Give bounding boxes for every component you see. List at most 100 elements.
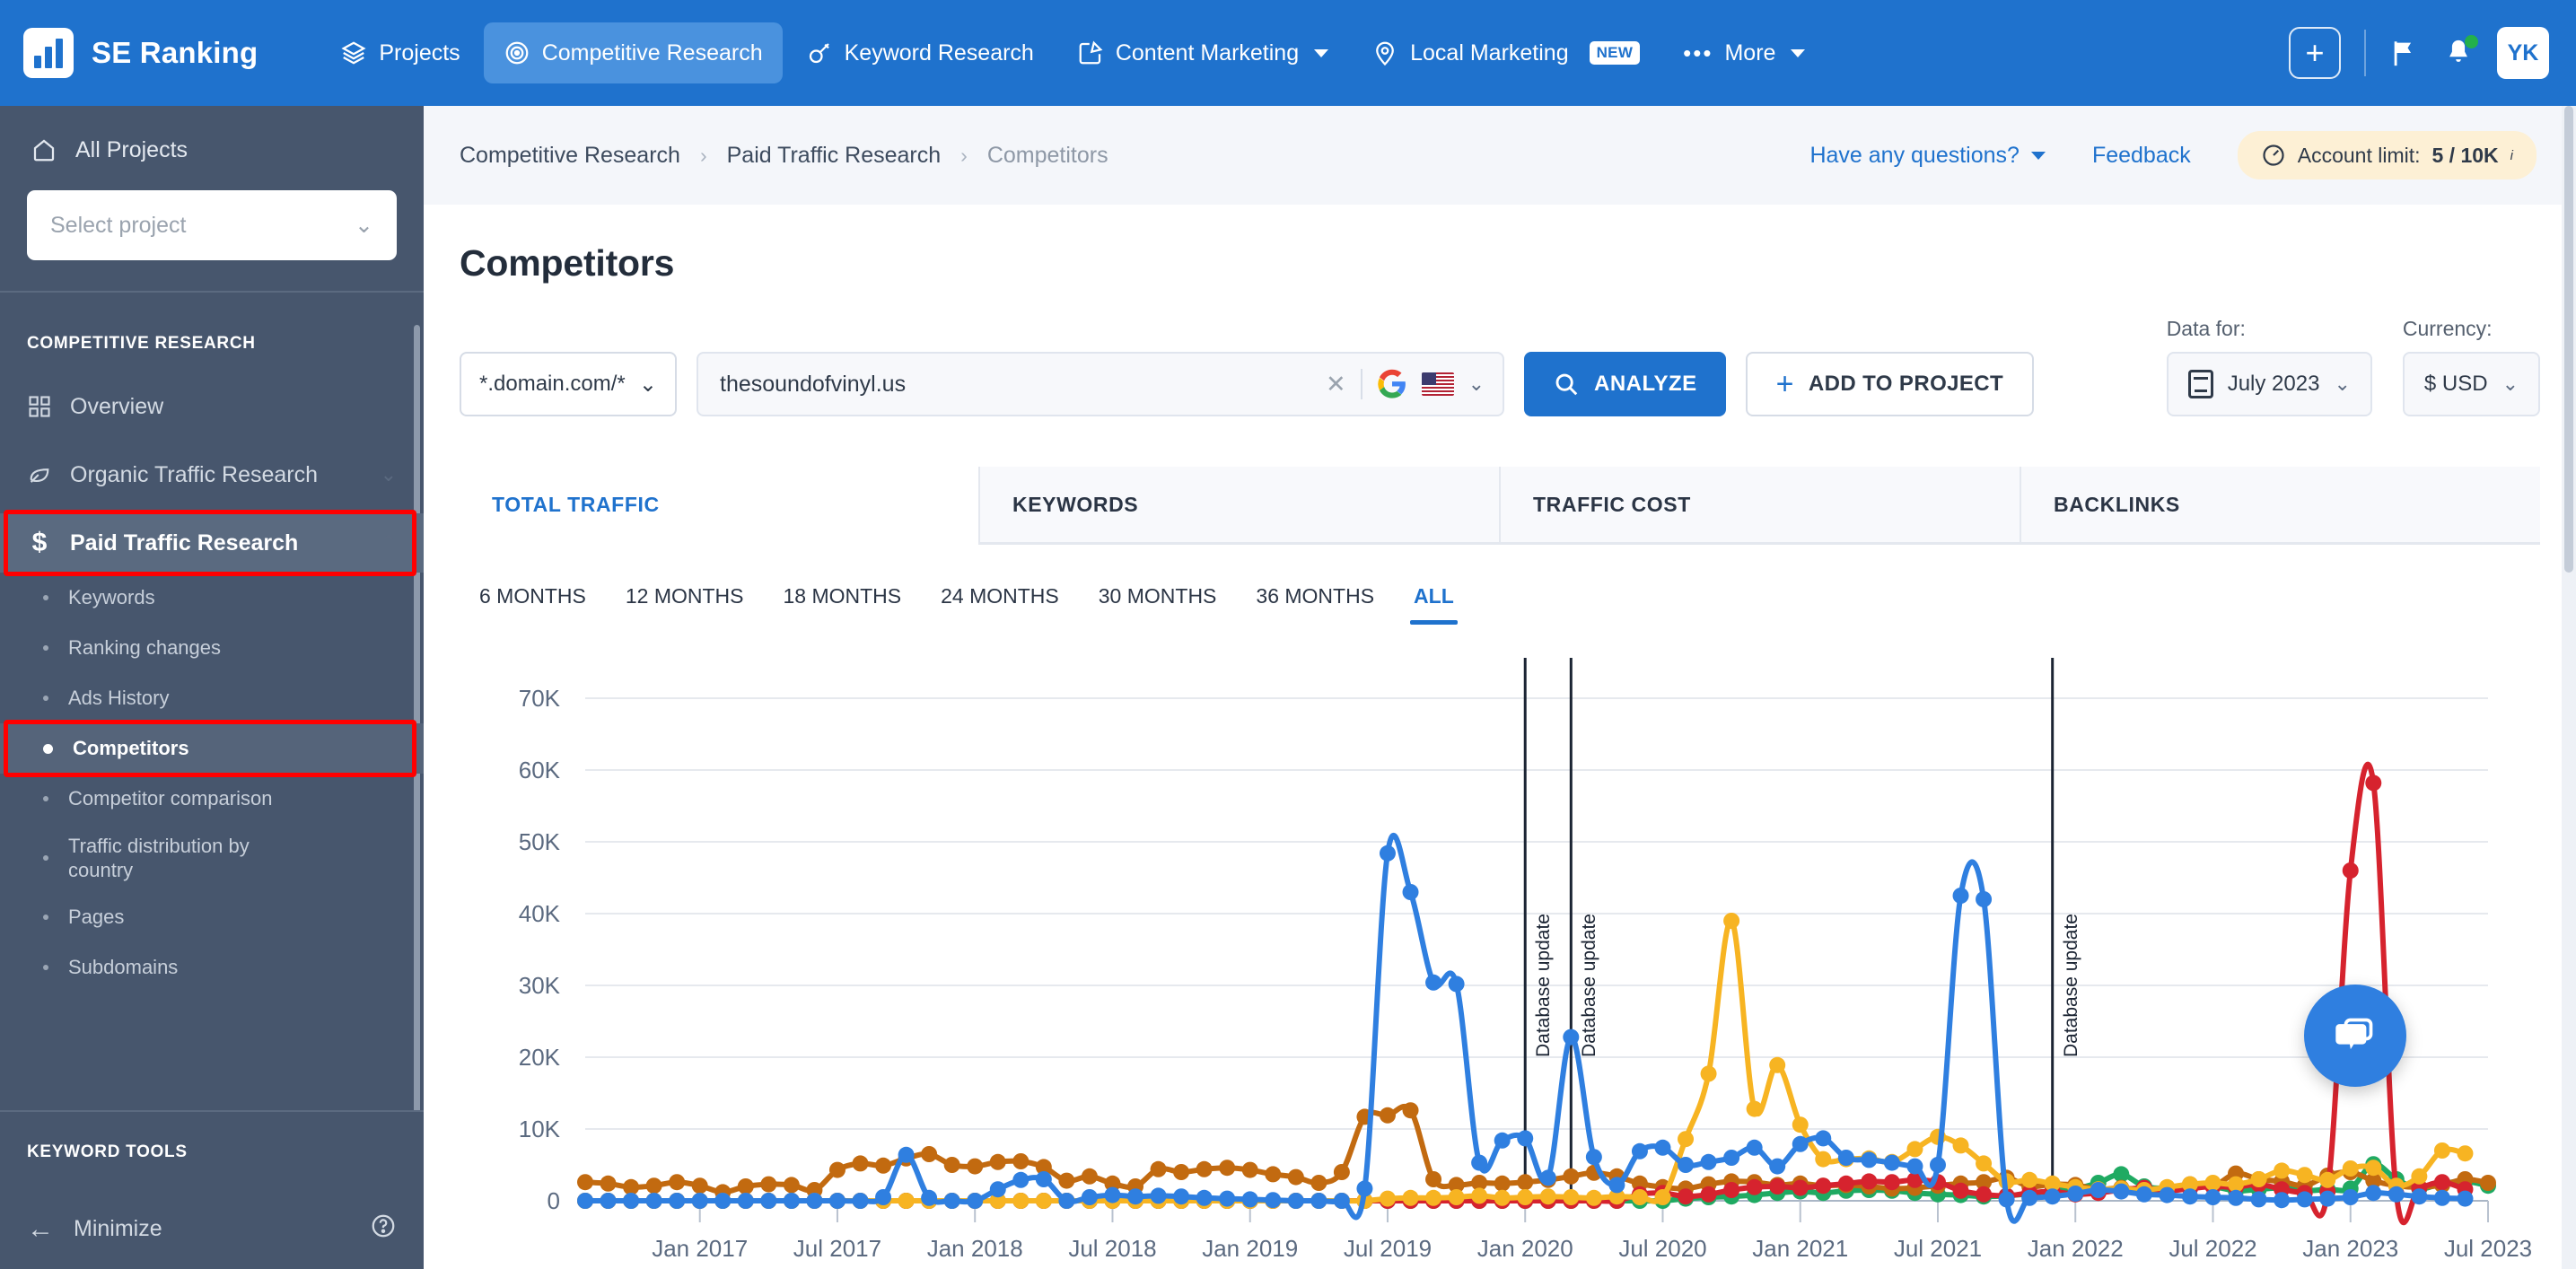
chevron-down-icon[interactable]: ⌄ (1468, 372, 1485, 396)
sidebar-subitem-subdomains[interactable]: Subdomains (0, 942, 424, 993)
search-icon (1555, 373, 1578, 396)
page-title: Competitors (460, 242, 675, 284)
account-limit-badge[interactable]: Account limit: 5 / 10K i (2237, 131, 2537, 179)
plus-icon: + (1775, 367, 1794, 401)
chevron-down-icon (2030, 151, 2046, 160)
sidebar-subitem-ranking-changes[interactable]: Ranking changes (0, 623, 424, 673)
tab-traffic-cost[interactable]: TRAFFIC COST (1499, 467, 2020, 542)
sidebar-top: All Projects Select project ⌄ (0, 106, 424, 291)
add-to-project-button[interactable]: + ADD TO PROJECT (1745, 352, 2035, 416)
all-projects-label: All Projects (75, 136, 188, 162)
top-navigation-bar: SE Ranking Projects Competitive Research (0, 0, 2576, 106)
feedback-link[interactable]: Feedback (2092, 143, 2191, 169)
period-30-months[interactable]: 30 MONTHS (1079, 572, 1237, 625)
minimize-label: Minimize (74, 1216, 162, 1241)
tab-total-traffic[interactable]: TOTAL TRAFFIC (460, 467, 978, 545)
search-box: ✕ ⌄ (697, 352, 1504, 416)
content-panel: Competitors *.domain.com/* ⌄ ✕ (424, 205, 2576, 1269)
nav-item-projects[interactable]: Projects (320, 22, 479, 83)
us-flag-icon[interactable] (1421, 372, 1454, 396)
data-for-select[interactable]: July 2023 ⌄ (2166, 352, 2372, 416)
period-24-months[interactable]: 24 MONTHS (921, 572, 1079, 625)
google-icon[interactable] (1377, 369, 1407, 399)
currency-select[interactable]: $ USD ⌄ (2402, 352, 2540, 416)
search-input[interactable] (720, 371, 1311, 398)
key-icon (809, 43, 829, 64)
top-nav-items: Projects Competitive Research Keyword Re… (320, 22, 2289, 83)
bullet-icon (43, 645, 48, 651)
sidebar-subitem-traffic-distribution[interactable]: Traffic distribution by country (0, 824, 424, 892)
breadcrumb-item-competitive-research[interactable]: Competitive Research (460, 143, 680, 169)
sidebar-subitem-ads-history[interactable]: Ads History (0, 673, 424, 723)
bullet-icon (43, 595, 48, 600)
nav-label-projects: Projects (379, 39, 460, 66)
sidebar-label-overview: Overview (70, 393, 164, 419)
period-12-months[interactable]: 12 MONTHS (606, 572, 764, 625)
data-for-group: Data for: July 2023 ⌄ (2166, 317, 2372, 416)
nav-item-competitive-research[interactable]: Competitive Research (483, 22, 783, 83)
breadcrumb-separator: › (960, 143, 968, 167)
breadcrumb-item-paid-traffic-research[interactable]: Paid Traffic Research (727, 143, 942, 169)
ellipsis-icon: ••• (1683, 39, 1713, 66)
sidebar-item-all-projects[interactable]: All Projects (27, 127, 397, 163)
sidebar-subitem-competitors[interactable]: Competitors (0, 723, 424, 774)
brand[interactable]: SE Ranking (23, 28, 258, 78)
avatar[interactable]: YK (2497, 27, 2549, 79)
svg-text:Jan 2023: Jan 2023 (2302, 1235, 2398, 1262)
sidebar-label-ads-history: Ads History (68, 687, 170, 709)
question-circle-icon[interactable] (370, 1212, 397, 1246)
period-all[interactable]: ALL (1394, 572, 1474, 625)
close-icon[interactable]: ✕ (1326, 371, 1346, 398)
svg-text:50K: 50K (519, 828, 561, 855)
project-select[interactable]: Select project ⌄ (27, 190, 397, 260)
period-36-months[interactable]: 36 MONTHS (1236, 572, 1394, 625)
chat-widget-button[interactable] (2304, 985, 2406, 1087)
sidebar-item-organic-traffic-research[interactable]: Organic Traffic Research ⌄ (0, 436, 424, 513)
chevron-down-icon: ⌄ (355, 213, 373, 238)
sidebar-label-organic-traffic-research: Organic Traffic Research (70, 462, 319, 487)
calendar-icon (2187, 370, 2213, 398)
sidebar-label-competitor-comparison: Competitor comparison (68, 787, 273, 810)
nav-item-local-marketing[interactable]: Local Marketing NEW (1352, 22, 1660, 83)
nav-item-more[interactable]: ••• More (1663, 22, 1825, 83)
period-6-months[interactable]: 6 MONTHS (460, 572, 606, 625)
traffic-chart[interactable]: 0 10K 20K 30K 40K 50K 60K 70K Jan 2017 Jul 2017 Ja… (424, 644, 2576, 1269)
nav-item-content-marketing[interactable]: Content Marketing (1057, 22, 1348, 83)
sidebar-label-traffic-distribution: Traffic distribution by country (68, 834, 250, 882)
bell-icon[interactable] (2443, 35, 2478, 68)
currency-label: Currency: (2402, 317, 2493, 340)
flag-icon[interactable] (2389, 38, 2420, 68)
svg-text:30K: 30K (519, 972, 561, 999)
sidebar-item-paid-traffic-research[interactable]: $ Paid Traffic Research ⌃ (0, 513, 424, 573)
right-controls: Data for: July 2023 ⌄ Currency: $ USD ⌄ (2166, 317, 2540, 416)
domain-mode-select[interactable]: *.domain.com/* ⌄ (460, 352, 677, 416)
tab-backlinks[interactable]: BACKLINKS (2020, 467, 2540, 542)
svg-text:70K: 70K (519, 685, 561, 712)
nav-label-keyword-research: Keyword Research (844, 39, 1034, 66)
nav-item-keyword-research[interactable]: Keyword Research (786, 22, 1054, 83)
period-18-months[interactable]: 18 MONTHS (763, 572, 921, 625)
sidebar-subitem-keywords[interactable]: Keywords (0, 573, 424, 623)
chevron-down-icon: ⌄ (380, 463, 397, 486)
sidebar-minimize-button[interactable]: ← Minimize (27, 1212, 397, 1246)
page-scrollbar[interactable] (2562, 106, 2576, 1269)
brand-name: SE Ranking (92, 36, 258, 69)
sidebar-subitem-pages[interactable]: Pages (0, 892, 424, 942)
sidebar-item-overview[interactable]: Overview (0, 377, 424, 436)
breadcrumb-separator: › (699, 143, 707, 167)
have-any-questions-button[interactable]: Have any questions? (1809, 143, 2046, 169)
tab-keywords[interactable]: KEYWORDS (978, 467, 1499, 542)
sidebar-subitem-competitor-comparison[interactable]: Competitor comparison (0, 774, 424, 824)
map-pin-icon (1376, 41, 1395, 66)
breadcrumb-item-competitors: Competitors (986, 142, 1108, 168)
add-button[interactable]: + (2289, 27, 2341, 79)
account-limit-value: 5 / 10K (2431, 143, 2499, 167)
sidebar-label-competitors: Competitors (73, 737, 189, 759)
chevron-down-icon: ⌄ (2334, 372, 2351, 395)
grid-icon (29, 396, 50, 417)
bullet-icon (43, 743, 53, 754)
analyze-button[interactable]: ANALYZE (1524, 352, 1726, 416)
svg-text:20K: 20K (519, 1044, 561, 1071)
chevron-down-icon: ⌄ (2502, 372, 2519, 395)
chevron-down-icon (1314, 48, 1329, 57)
